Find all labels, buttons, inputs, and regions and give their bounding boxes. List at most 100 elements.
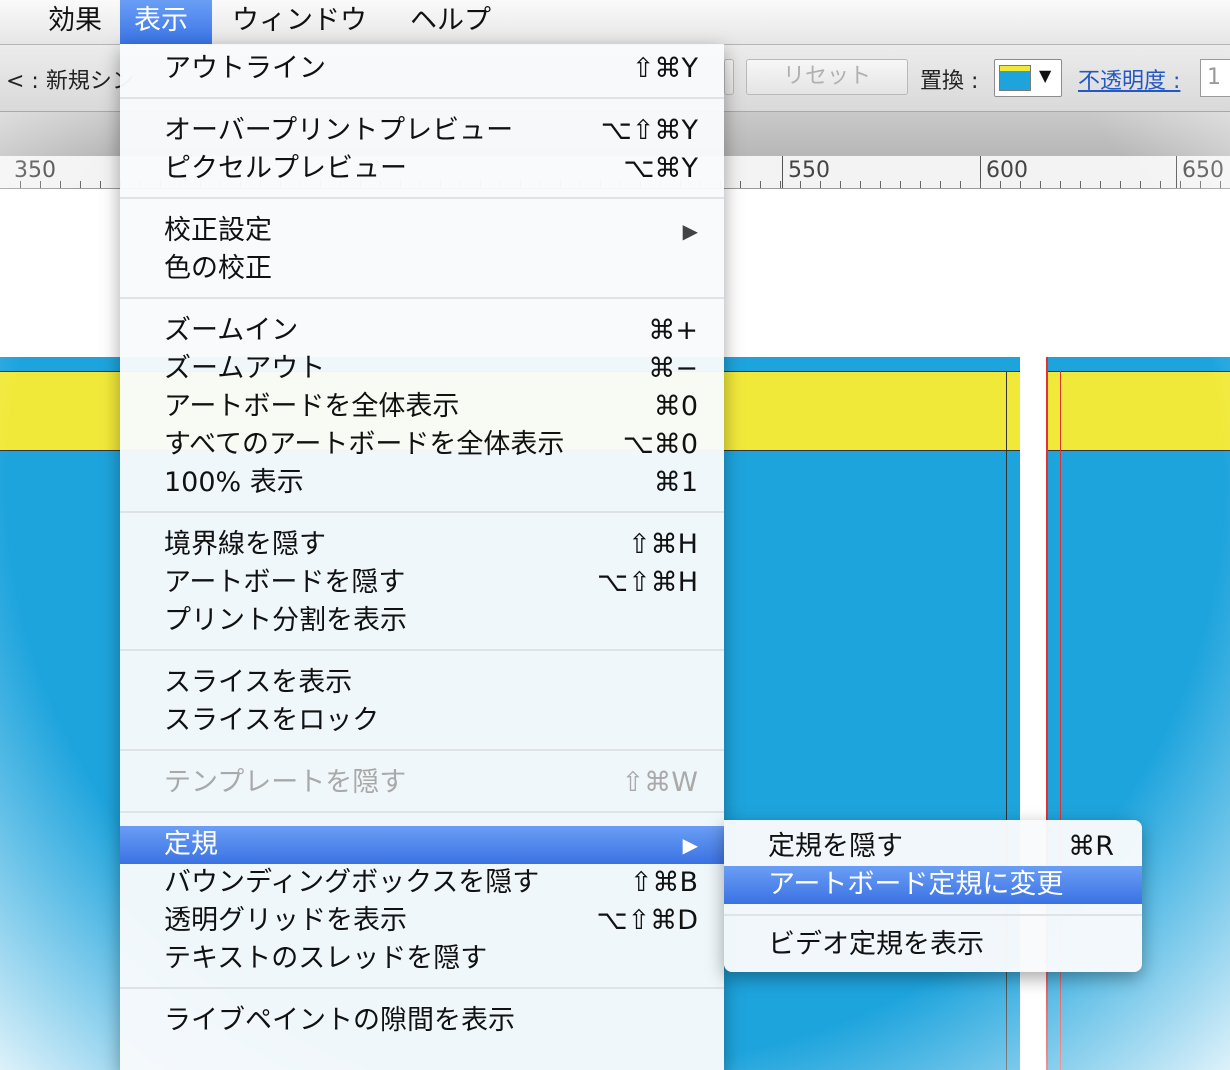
menu-item-show-transparency-grid[interactable]: 透明グリッドを表示 ⌥⇧⌘D [120, 902, 724, 940]
menu-item-change-to-artboard-rulers[interactable]: アートボード定規に変更 [724, 866, 1142, 904]
ruler-minor-tick [740, 181, 741, 188]
ruler-label-350: 350 [14, 158, 56, 183]
ruler-minor-tick [860, 181, 861, 188]
menu-help[interactable]: ヘルプ [396, 0, 505, 44]
opacity-field[interactable]: 1 [1200, 59, 1230, 97]
menu-item-label: ピクセルプレビュー [164, 153, 407, 184]
menu-item-proof-colors[interactable]: 色の校正 [120, 250, 724, 288]
menu-effect[interactable]: 効果 [34, 0, 116, 44]
menu-item-show-live-paint-gaps[interactable]: ライブペイントの隙間を表示 [120, 1002, 724, 1040]
menu-item-show-print-tiling[interactable]: プリント分割を表示 [120, 602, 724, 640]
ruler-minor-tick [1200, 181, 1201, 188]
menu-item-shortcut: ⌥⌘Y [623, 153, 698, 184]
ruler-minor-tick [1180, 181, 1181, 188]
menu-item-fit-artboard[interactable]: アートボードを全体表示 ⌘0 [120, 388, 724, 426]
menu-item-label: 色の校正 [164, 253, 272, 284]
artboard-header-band [1048, 371, 1230, 451]
ruler-minor-tick [1040, 181, 1041, 188]
menu-item-label: スライスをロック [164, 705, 380, 736]
ruler-minor-tick [840, 181, 841, 188]
menu-item-hide-rulers[interactable]: 定規を隠す ⌘R [724, 828, 1142, 866]
menu-separator [120, 811, 724, 813]
menu-item-label: プリント分割を表示 [164, 605, 407, 636]
menu-item-pixel-preview[interactable]: ピクセルプレビュー ⌥⌘Y [120, 150, 724, 188]
menu-item-label: 透明グリッドを表示 [164, 905, 407, 936]
ruler-minor-tick [1120, 181, 1121, 188]
menu-item-shortcut: ⇧⌘B [629, 867, 698, 898]
menu-item-label: ズームイン [164, 315, 299, 346]
illustrator-window: 効果 表示 ウィンドウ ヘルプ < : 新規シン リセット 置換 : ▼ 不透明… [0, 0, 1230, 1070]
ruler-minor-tick [1140, 181, 1141, 188]
menu-window[interactable]: ウィンドウ [218, 0, 381, 44]
menu-item-shortcut: ⌘1 [653, 467, 698, 498]
ruler-label-550: 550 [788, 158, 830, 183]
ruler-label-650: 650 [1182, 158, 1224, 183]
menu-view[interactable]: 表示 [120, 0, 212, 44]
menu-item-shortcut: ⇧⌘W [621, 767, 698, 798]
ruler-minor-tick [60, 181, 61, 188]
menu-item-shortcut: ⌘− [648, 353, 698, 384]
ruler-submenu: 定規を隠す ⌘R アートボード定規に変更 ビデオ定規を表示 [724, 820, 1142, 972]
menu-separator [120, 649, 724, 651]
ruler-minor-tick [760, 181, 761, 188]
hidden-button-edge [724, 59, 734, 95]
replace-swatch-select[interactable]: ▼ [994, 59, 1062, 97]
submenu-arrow-icon: ▶ [682, 219, 698, 243]
menu-item-hide-edges[interactable]: 境界線を隠す ⇧⌘H [120, 526, 724, 564]
reset-button[interactable]: リセット [746, 59, 908, 95]
ruler-minor-tick [1060, 181, 1061, 188]
ruler-minor-tick [960, 181, 961, 188]
menu-item-label: ビデオ定規を表示 [768, 929, 984, 960]
menu-item-label: アートボードを全体表示 [164, 391, 460, 422]
menu-separator [120, 297, 724, 299]
ruler-minor-tick [1220, 181, 1221, 188]
menu-item-label: スライスを表示 [164, 667, 353, 698]
replace-label: 置換 : [920, 69, 979, 94]
ruler-minor-tick [920, 181, 921, 188]
dropdown-arrow-icon: ▼ [1039, 66, 1052, 85]
menu-item-outline[interactable]: アウトライン ⇧⌘Y [120, 50, 724, 88]
menu-separator [724, 914, 1142, 916]
menu-item-zoom-in[interactable]: ズームイン ⌘+ [120, 312, 724, 350]
swatch-color [999, 65, 1031, 91]
menu-item-hide-artboards[interactable]: アートボードを隠す ⌥⇧⌘H [120, 564, 724, 602]
menu-item-label: すべてのアートボードを全体表示 [164, 429, 565, 460]
menu-item-label: 校正設定 [164, 215, 272, 246]
menu-item-fit-all-artboards[interactable]: すべてのアートボードを全体表示 ⌥⌘0 [120, 426, 724, 464]
opacity-link[interactable]: 不透明度 : [1078, 63, 1180, 95]
menu-item-rulers[interactable]: 定規 ▶ [120, 826, 724, 864]
menu-item-shortcut: ⌥⇧⌘Y [600, 115, 698, 146]
menu-item-show-slices[interactable]: スライスを表示 [120, 664, 724, 702]
ruler-minor-tick [880, 181, 881, 188]
ruler-minor-tick [40, 181, 41, 188]
menu-item-show-video-rulers[interactable]: ビデオ定規を表示 [724, 926, 1142, 964]
menu-item-shortcut: ⌥⌘0 [622, 429, 698, 460]
menu-item-hide-bounding-box[interactable]: バウンディングボックスを隠す ⇧⌘B [120, 864, 724, 902]
menu-item-hide-text-threads[interactable]: テキストのスレッドを隠す [120, 940, 724, 978]
menu-item-label: アートボード定規に変更 [768, 869, 1064, 900]
ruler-minor-tick [20, 181, 21, 188]
ruler-minor-tick [800, 181, 801, 188]
menu-item-shortcut: ⌘+ [648, 315, 698, 346]
menu-item-label: アートボードを隠す [164, 567, 406, 598]
ruler-major-tick [782, 156, 783, 188]
menu-item-shortcut: ⌥⇧⌘H [596, 567, 698, 598]
menu-item-shortcut: ⇧⌘Y [631, 53, 698, 84]
menu-item-label: ライブペイントの隙間を表示 [164, 1005, 515, 1036]
menu-item-label: テンプレートを隠す [164, 767, 407, 798]
ruler-minor-tick [980, 181, 981, 188]
new-symbol-label[interactable]: < : 新規シン [6, 63, 134, 95]
ruler-minor-tick [820, 181, 821, 188]
menu-item-label: 境界線を隠す [164, 529, 326, 560]
ruler-minor-tick [100, 181, 101, 188]
menu-item-actual-size[interactable]: 100% 表示 ⌘1 [120, 464, 724, 502]
ruler-major-tick [1176, 156, 1177, 188]
ruler-minor-tick [1160, 181, 1161, 188]
ruler-minor-tick [780, 181, 781, 188]
menu-item-overprint-preview[interactable]: オーバープリントプレビュー ⌥⇧⌘Y [120, 112, 724, 150]
menu-item-zoom-out[interactable]: ズームアウト ⌘− [120, 350, 724, 388]
menu-item-proof-setup[interactable]: 校正設定 ▶ [120, 212, 724, 250]
menu-item-lock-slices[interactable]: スライスをロック [120, 702, 724, 740]
menu-item-label: テキストのスレッドを隠す [164, 943, 488, 974]
menu-item-shortcut: ⌘0 [653, 391, 698, 422]
